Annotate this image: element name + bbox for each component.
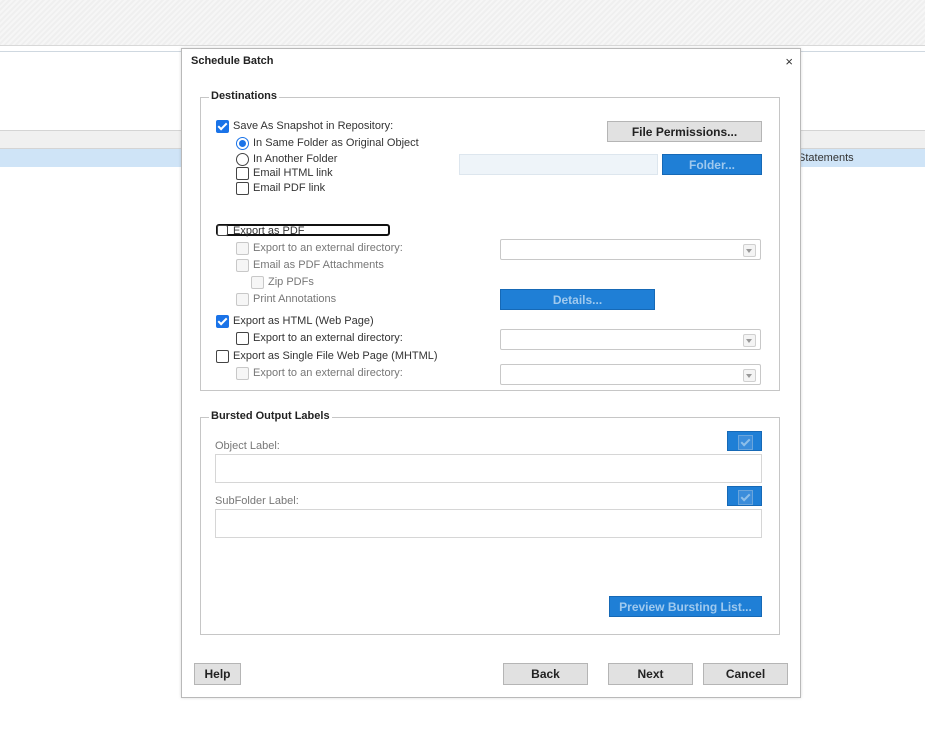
mhtml-external-dir-label: Export to an external directory:	[253, 367, 403, 379]
object-label-caption: Object Label:	[215, 440, 280, 452]
save-snapshot-label: Save As Snapshot in Repository:	[233, 120, 394, 132]
same-folder-radio[interactable]	[236, 137, 249, 150]
html-external-dir-checkbox[interactable]	[236, 332, 249, 345]
email-pdf-link-checkbox[interactable]	[236, 182, 249, 195]
pdf-email-attachments-label: Email as PDF Attachments	[253, 259, 384, 271]
app-row-label: Statements	[798, 152, 854, 164]
object-label-toggle[interactable]	[727, 431, 762, 451]
html-external-dir-select[interactable]	[500, 329, 761, 350]
dialog-title: Schedule Batch	[191, 55, 274, 67]
close-icon[interactable]: ×	[785, 54, 793, 69]
pdf-email-attachments-checkbox[interactable]	[236, 259, 249, 272]
pdf-external-dir-checkbox[interactable]	[236, 242, 249, 255]
export-html-label: Export as HTML (Web Page)	[233, 315, 374, 327]
save-snapshot-checkbox[interactable]	[216, 120, 229, 133]
print-annotations-checkbox[interactable]	[236, 293, 249, 306]
file-permissions-button[interactable]: File Permissions...	[607, 121, 762, 142]
chevron-down-icon	[743, 244, 756, 257]
print-annotations-label: Print Annotations	[253, 293, 337, 305]
checkbox-icon	[738, 435, 753, 450]
preview-bursting-list-button[interactable]: Preview Bursting List...	[609, 596, 762, 617]
chevron-down-icon	[743, 334, 756, 347]
object-label-input[interactable]	[215, 454, 762, 483]
email-html-link-label: Email HTML link	[253, 167, 333, 179]
export-mhtml-checkbox[interactable]	[216, 350, 229, 363]
help-button[interactable]: Help	[194, 663, 241, 685]
bursted-output-legend: Bursted Output Labels	[209, 410, 332, 422]
export-pdf-checkbox[interactable]	[217, 225, 228, 236]
schedule-batch-dialog: Schedule Batch × Destinations Save As Sn…	[181, 48, 801, 698]
another-folder-radio[interactable]	[236, 153, 249, 166]
export-mhtml-label: Export as Single File Web Page (MHTML)	[233, 350, 438, 362]
subfolder-label-caption: SubFolder Label:	[215, 495, 299, 507]
html-external-dir-label: Export to an external directory:	[253, 332, 403, 344]
details-button[interactable]: Details...	[500, 289, 655, 310]
pdf-external-dir-label: Export to an external directory:	[253, 242, 403, 254]
subfolder-label-input[interactable]	[215, 509, 762, 538]
email-pdf-link-label: Email PDF link	[253, 182, 326, 194]
destinations-legend: Destinations	[209, 90, 280, 102]
email-html-link-checkbox[interactable]	[236, 167, 249, 180]
folder-path-field	[459, 154, 658, 175]
export-html-checkbox[interactable]	[216, 315, 229, 328]
export-pdf-label: Export as PDF	[233, 225, 305, 237]
next-button[interactable]: Next	[608, 663, 693, 685]
zip-pdfs-checkbox[interactable]	[251, 276, 264, 289]
app-toolbar-area	[0, 0, 925, 46]
pdf-external-dir-select[interactable]	[500, 239, 761, 260]
zip-pdfs-label: Zip PDFs	[268, 276, 314, 288]
checkbox-icon	[738, 490, 753, 505]
folder-button[interactable]: Folder...	[662, 154, 762, 175]
chevron-down-icon	[743, 369, 756, 382]
subfolder-label-toggle[interactable]	[727, 486, 762, 506]
mhtml-external-dir-select[interactable]	[500, 364, 761, 385]
back-button[interactable]: Back	[503, 663, 588, 685]
another-folder-label: In Another Folder	[253, 153, 338, 165]
mhtml-external-dir-checkbox[interactable]	[236, 367, 249, 380]
same-folder-label: In Same Folder as Original Object	[253, 137, 419, 149]
cancel-button[interactable]: Cancel	[703, 663, 788, 685]
